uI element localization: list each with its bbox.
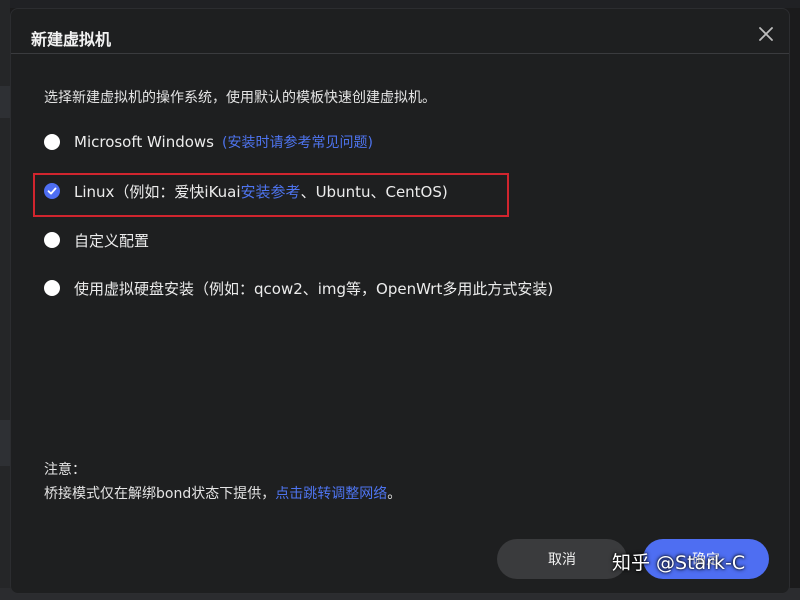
windows-faq-link[interactable]: (安装时请参考常见问题): [222, 132, 373, 152]
new-vm-dialog: 新建虚拟机 选择新建虚拟机的操作系统，使用默认的模板快速创建虚拟机。 Micro…: [10, 8, 790, 594]
background-block: [0, 420, 10, 466]
background-left-strip: [0, 0, 10, 600]
close-button[interactable]: [755, 23, 777, 45]
watermark: 知乎 @Stark-C: [612, 552, 746, 574]
note-title: 注意：: [44, 462, 86, 478]
option-windows[interactable]: Microsoft Windows (安装时请参考常见问题): [44, 130, 373, 154]
radio-linux[interactable]: [44, 183, 60, 199]
radio-custom[interactable]: [44, 232, 60, 248]
option-linux-label-suffix: 、Ubuntu、CentOS): [300, 182, 448, 201]
check-icon: [47, 187, 57, 195]
option-virtual-disk[interactable]: 使用虚拟硬盘安装（例如：qcow2、img等，OpenWrt多用此方式安装): [44, 276, 553, 300]
option-custom-label: 自定义配置: [74, 231, 150, 250]
background-block: [0, 86, 10, 118]
cancel-button[interactable]: 取消: [497, 539, 627, 579]
note-text-end: 。: [387, 486, 402, 502]
adjust-network-link[interactable]: 点击跳转调整网络: [275, 486, 387, 502]
note-text-body: 桥接模式仅在解绑bond状态下提供，: [44, 486, 276, 502]
close-icon: [759, 27, 773, 41]
background-top-strip: [0, 0, 800, 8]
radio-virtual-disk[interactable]: [44, 280, 60, 296]
radio-windows[interactable]: [44, 134, 60, 150]
note-text: 桥接模式仅在解绑bond状态下提供，点击跳转调整网络。: [44, 483, 401, 503]
option-linux[interactable]: Linux（例如：爱快iKuai 安装参考 、Ubuntu、CentOS): [44, 179, 448, 203]
option-windows-label: Microsoft Windows: [74, 133, 214, 151]
option-linux-label-prefix: Linux（例如：爱快iKuai: [74, 182, 241, 201]
ikuai-install-link[interactable]: 安装参考: [241, 181, 301, 202]
option-custom[interactable]: 自定义配置: [44, 228, 149, 252]
title-divider: [11, 53, 789, 54]
dialog-title: 新建虚拟机: [31, 30, 112, 49]
option-virtual-disk-label: 使用虚拟硬盘安装（例如：qcow2、img等，OpenWrt多用此方式安装): [74, 279, 554, 298]
intro-text: 选择新建虚拟机的操作系统，使用默认的模板快速创建虚拟机。: [44, 90, 436, 106]
